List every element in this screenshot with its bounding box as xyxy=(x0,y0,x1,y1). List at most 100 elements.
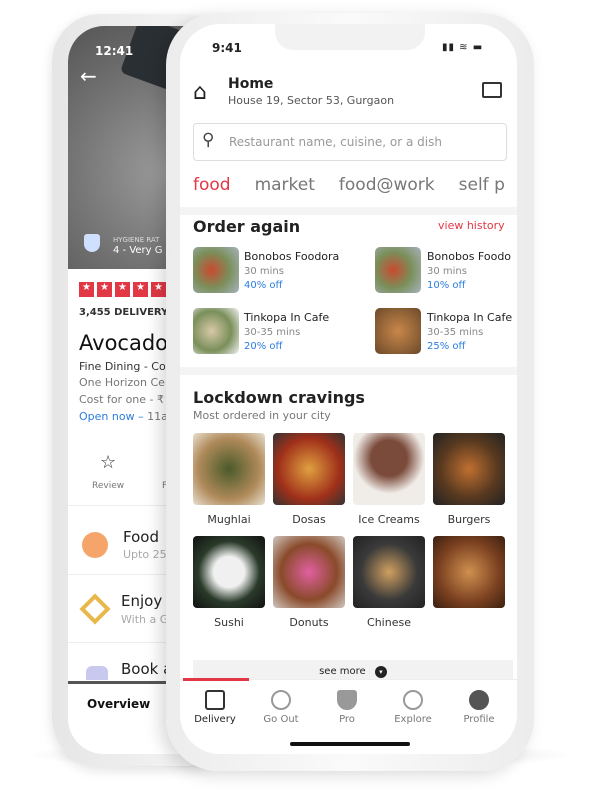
section-divider xyxy=(180,367,517,375)
tab-market[interactable]: market xyxy=(255,175,315,195)
see-more-label: see more xyxy=(319,666,366,677)
status-icons: ▮▮ ≋ ▬ xyxy=(442,42,484,53)
restaurant-name: Tinkopa In Cafe xyxy=(244,311,330,324)
hygiene-shield-icon xyxy=(84,234,100,252)
nav-label: Pro xyxy=(339,714,355,725)
category-image xyxy=(273,433,345,505)
category-mughlai[interactable]: Mughlai xyxy=(193,433,265,526)
share-icon[interactable] xyxy=(482,82,502,98)
order-item[interactable]: Bonobos Foodora 30 mins 40% off xyxy=(193,247,353,293)
restaurant-name: Tinkopa In Cafe xyxy=(427,311,513,324)
star-icon: ★ xyxy=(133,282,148,297)
footsteps-icon xyxy=(271,690,291,710)
order-again-heading: Order again xyxy=(193,217,301,236)
bottom-nav: Delivery Go Out Pro Explore Profile xyxy=(180,678,517,754)
restaurant-name: Bonobos Foodora xyxy=(244,250,340,263)
category-image xyxy=(273,536,345,608)
category-chinese[interactable]: Chinese xyxy=(353,536,425,629)
open-status: Open now – 11a xyxy=(79,410,168,423)
offer-title: Enjoy xyxy=(121,592,163,610)
category-dosas[interactable]: Dosas xyxy=(273,433,345,526)
status-time: 9:41 xyxy=(212,41,242,55)
nav-label: Profile xyxy=(463,714,495,725)
category-pizza[interactable] xyxy=(433,536,505,629)
nav-pro[interactable]: Pro xyxy=(314,690,380,725)
offer-title: Book a xyxy=(121,660,173,678)
location-title[interactable]: Home xyxy=(228,76,273,92)
home-icon[interactable]: ⌂ xyxy=(193,80,207,105)
food-image xyxy=(193,308,239,354)
cravings-heading: Lockdown cravings xyxy=(193,388,365,407)
category-sushi[interactable]: Sushi xyxy=(193,536,265,629)
section-divider xyxy=(180,207,517,215)
search-placeholder: Restaurant name, cuisine, or a dish xyxy=(229,135,442,149)
status-time: 12:41 xyxy=(95,44,134,58)
search-icon: ⚲ xyxy=(202,130,215,150)
category-image xyxy=(193,536,265,608)
restaurant-name: Bonobos Foodo xyxy=(427,250,512,263)
nav-items: Delivery Go Out Pro Explore Profile xyxy=(182,690,512,725)
store-icon xyxy=(86,666,108,680)
delivery-time: 30-35 mins xyxy=(427,327,484,338)
category-label: Burgers xyxy=(447,513,491,526)
star-outline-icon[interactable]: ☆ xyxy=(100,452,116,473)
nav-explore[interactable]: Explore xyxy=(380,690,446,725)
category-grid: Mughlai Dosas Ice Creams Burgers Sushi D… xyxy=(193,433,505,629)
category-donuts[interactable]: Donuts xyxy=(273,536,345,629)
food-image xyxy=(375,247,421,293)
chevron-down-icon: ▾ xyxy=(374,666,387,678)
category-label: Chinese xyxy=(367,616,411,629)
restaurant-type: Fine Dining - Co xyxy=(79,360,166,373)
offer-badge: 10% off xyxy=(427,280,466,291)
rating-stars: ★ ★ ★ ★ ★ xyxy=(79,282,166,297)
active-tab-indicator xyxy=(183,678,249,681)
category-label: Ice Creams xyxy=(358,513,420,526)
offer-title: Food xyxy=(123,528,159,546)
category-image xyxy=(353,536,425,608)
nav-profile[interactable]: Profile xyxy=(446,690,512,725)
bag-icon xyxy=(205,690,225,710)
view-history-link[interactable]: view history xyxy=(438,219,505,232)
category-burgers[interactable]: Burgers xyxy=(433,433,505,526)
review-button[interactable]: Review xyxy=(92,481,124,491)
category-label: Donuts xyxy=(289,616,329,629)
avatar xyxy=(469,690,489,710)
category-tabs: food market food@work self p xyxy=(193,175,505,195)
front-phone-screen: 9:41 ▮▮ ≋ ▬ ⌂ Home House 19, Sector 53, … xyxy=(180,24,517,754)
tab-food[interactable]: food xyxy=(193,175,231,195)
nav-label: Go Out xyxy=(263,714,299,725)
nav-delivery[interactable]: Delivery xyxy=(182,690,248,725)
location-address[interactable]: House 19, Sector 53, Gurgaon xyxy=(228,94,394,107)
tab-overview[interactable]: Overview xyxy=(87,697,150,711)
tab-self-pickup[interactable]: self p xyxy=(459,175,505,195)
offer-badge: 40% off xyxy=(244,280,283,291)
category-label: Mughlai xyxy=(207,513,251,526)
rocket-icon xyxy=(82,532,108,558)
tab-food-at-work[interactable]: food@work xyxy=(339,175,435,195)
delivery-time: 30-35 mins xyxy=(244,327,301,338)
category-ice-creams[interactable]: Ice Creams xyxy=(353,433,425,526)
offer-sub: With a G xyxy=(121,613,169,626)
food-image xyxy=(375,308,421,354)
star-icon: ★ xyxy=(115,282,130,297)
order-item[interactable]: Bonobos Foodo 30 mins 10% off xyxy=(375,247,517,293)
back-arrow-icon[interactable]: ← xyxy=(80,64,97,88)
hours: 11a xyxy=(143,410,168,423)
delivery-count: 3,455 DELIVERY xyxy=(79,307,169,318)
category-label: Dosas xyxy=(292,513,326,526)
search-input[interactable]: ⚲ Restaurant name, cuisine, or a dish xyxy=(193,123,507,161)
nav-label: Explore xyxy=(394,714,432,725)
category-image xyxy=(433,433,505,505)
pro-badge-icon xyxy=(337,690,357,710)
order-item[interactable]: Tinkopa In Cafe 30-35 mins 25% off xyxy=(375,308,517,354)
order-item[interactable]: Tinkopa In Cafe 30-35 mins 20% off xyxy=(193,308,353,354)
nav-go-out[interactable]: Go Out xyxy=(248,690,314,725)
nav-label: Delivery xyxy=(194,714,236,725)
star-icon: ★ xyxy=(151,282,166,297)
home-indicator xyxy=(290,742,410,746)
hygiene-label: HYGIENE RAT xyxy=(113,236,160,244)
star-icon: ★ xyxy=(79,282,94,297)
restaurant-name: Avocado xyxy=(79,331,169,355)
category-label: Sushi xyxy=(214,616,244,629)
offer-sub: Upto 25 xyxy=(123,548,167,561)
